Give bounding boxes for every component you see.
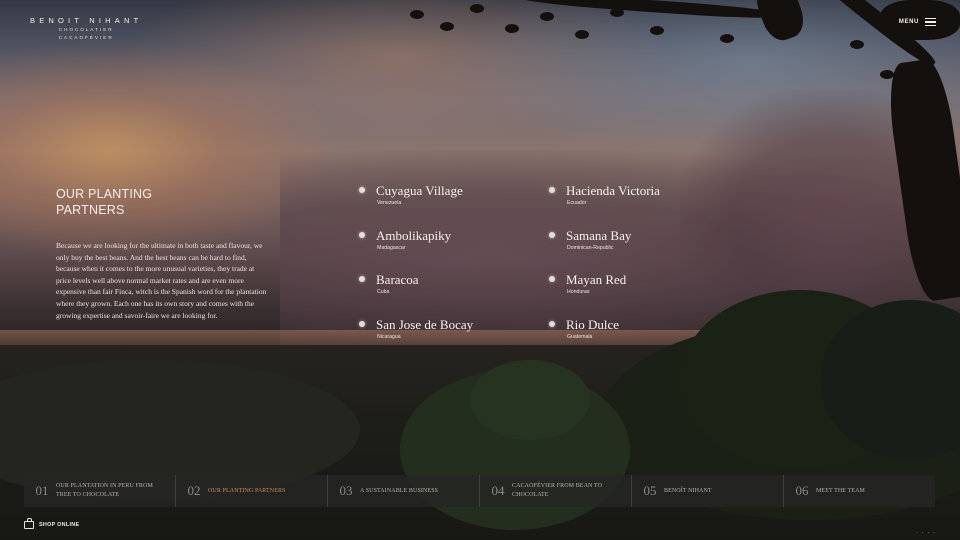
menu-button[interactable]: MENU: [899, 18, 936, 26]
pagination-dots: · · · ·: [916, 530, 936, 536]
nav-number: 05: [643, 483, 657, 498]
logo-subtitle: CHOCOLATIER: [58, 27, 114, 32]
dot-icon: [359, 321, 365, 327]
partner-country: Madagascar: [377, 245, 406, 251]
partner-name[interactable]: Cuyagua Village: [376, 183, 463, 199]
section-nav: 01 OUR PLANTATION IN PERU FROM TREE TO C…: [24, 475, 935, 507]
nav-item-cacaofevier[interactable]: 04 CACAOFÉVIER FROM BEAN TO CHOCOLATE: [480, 475, 632, 507]
partner-country: Guatemala: [567, 334, 593, 340]
section-title-line: OUR PLANTING: [56, 187, 153, 201]
nav-number: 02: [187, 483, 201, 498]
partner-name[interactable]: Hacienda Victoria: [566, 183, 660, 199]
nav-item-benoit-nihant[interactable]: 05 BENOÎT NIHANT: [632, 475, 784, 507]
nav-label: CACAOFÉVIER FROM BEAN TO CHOCOLATE: [512, 483, 603, 498]
dot-icon: [549, 321, 555, 327]
partner-country: Ecuador: [567, 200, 587, 206]
partner-country: Nicaragua: [377, 334, 401, 340]
nav-item-sustainable-business[interactable]: 03 A SUSTAINABLE BUSINESS: [328, 475, 480, 507]
nav-number: 03: [339, 483, 353, 498]
nav-label: OUR PLANTING PARTNERS: [208, 487, 286, 494]
brand-logo[interactable]: BENOIT NIHANT CHOCOLATIER CACAOFÉVIER: [30, 16, 142, 41]
partner-name[interactable]: Rio Dulce: [566, 317, 619, 333]
partner-name[interactable]: San Jose de Bocay: [376, 317, 473, 333]
intro-section: OUR PLANTING PARTNERS Because we are loo…: [56, 187, 268, 321]
nav-item-meet-the-team[interactable]: 06 MEET THE TEAM: [784, 475, 935, 507]
section-title: OUR PLANTING PARTNERS: [56, 187, 268, 218]
nav-label: BENOÎT NIHANT: [664, 487, 712, 494]
shop-online-label: SHOP ONLINE: [39, 522, 80, 528]
dot-icon: [549, 232, 555, 238]
partner-country: Venezuela: [377, 200, 402, 206]
logo-name: BENOIT NIHANT: [30, 16, 143, 25]
partner-country: Dominican-Republic: [567, 245, 614, 251]
dot-icon: [359, 187, 365, 193]
nav-item-planting-partners[interactable]: 02 OUR PLANTING PARTNERS: [176, 475, 328, 507]
dot-icon: [359, 232, 365, 238]
dot-icon: [359, 276, 365, 282]
nav-label: MEET THE TEAM: [816, 487, 865, 494]
partner-name[interactable]: Ambolikapiky: [376, 228, 451, 244]
nav-number: 06: [795, 483, 809, 498]
section-title-line: PARTNERS: [56, 202, 125, 217]
partner-country: Cuba: [377, 289, 390, 295]
nav-number: 04: [491, 483, 505, 498]
hamburger-icon: [925, 18, 936, 26]
shopping-bag-icon: [24, 518, 34, 529]
nav-item-plantation-peru[interactable]: 01 OUR PLANTATION IN PERU FROM TREE TO C…: [24, 475, 176, 507]
nav-label: A SUSTAINABLE BUSINESS: [360, 487, 439, 494]
partner-name[interactable]: Mayan Red: [566, 272, 626, 288]
partner-name[interactable]: Baracoa: [376, 272, 419, 288]
intro-paragraph: Because we are looking for the ultimate …: [56, 241, 267, 320]
partner-name[interactable]: Samana Bay: [566, 228, 631, 244]
logo-subtitle: CACAOFÉVIER: [58, 35, 114, 40]
dot-icon: [549, 187, 555, 193]
menu-label: MENU: [898, 19, 919, 25]
shop-online-link[interactable]: SHOP ONLINE: [24, 518, 80, 529]
nav-label: OUR PLANTATION IN PERU FROM TREE TO CHOC…: [56, 483, 153, 498]
partner-country: Honduras: [567, 289, 590, 295]
dot-icon: [549, 276, 555, 282]
nav-number: 01: [35, 483, 49, 498]
